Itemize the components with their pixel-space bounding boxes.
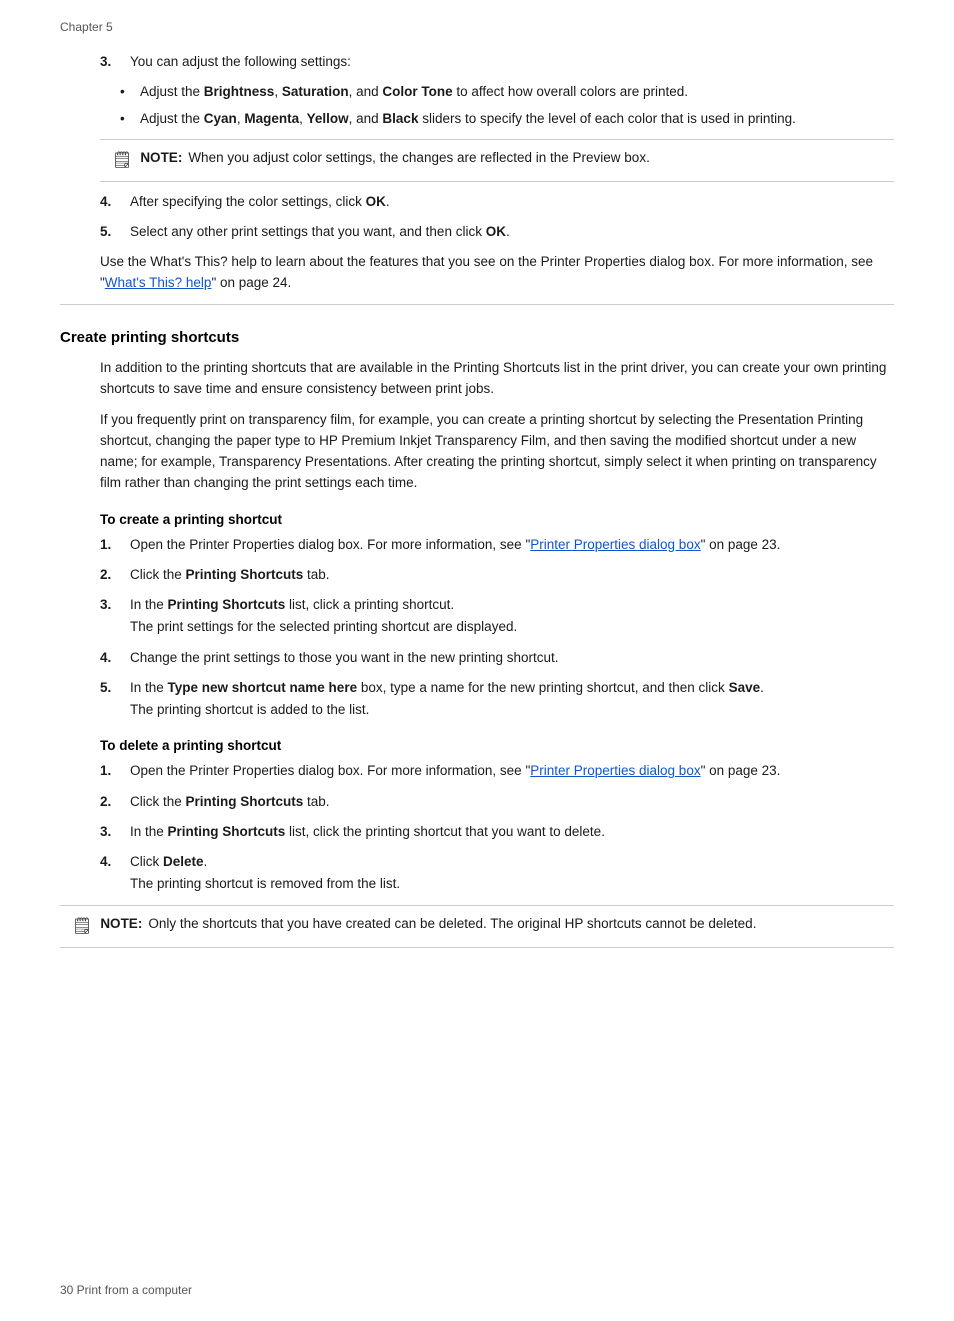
step-3-number: 3. (100, 52, 130, 72)
page: Chapter 5 3. You can adjust the followin… (0, 0, 954, 1321)
section-divider (60, 304, 894, 305)
create-step-4: 4. Change the print settings to those yo… (100, 648, 894, 668)
delete-step-4-sub: The printing shortcut is removed from th… (130, 874, 400, 894)
delete-step-1-text: Open the Printer Properties dialog box. … (130, 761, 780, 781)
create-step-3: 3. In the Printing Shortcuts list, click… (100, 595, 894, 638)
delete-step-3-num: 3. (100, 822, 130, 842)
create-step-4-text: Change the print settings to those you w… (130, 648, 559, 668)
page-footer: 30 Print from a computer (60, 1283, 192, 1297)
bullet-item-2: • Adjust the Cyan, Magenta, Yellow, and … (120, 109, 894, 129)
bullet-1-text: Adjust the Brightness, Saturation, and C… (140, 82, 688, 102)
create-step-5-main: In the Type new shortcut name here box, … (130, 678, 764, 698)
bullet-list: • Adjust the Brightness, Saturation, and… (120, 82, 894, 129)
create-step-2-num: 2. (100, 565, 130, 585)
create-step-1-num: 1. (100, 535, 130, 555)
step-5-number: 5. (100, 222, 130, 242)
whatsthis-link[interactable]: What's This? help (105, 275, 212, 290)
create-step-2-text: Click the Printing Shortcuts tab. (130, 565, 330, 585)
create-step-3-main: In the Printing Shortcuts list, click a … (130, 595, 517, 615)
step-3: 3. You can adjust the following settings… (100, 52, 894, 72)
step-5-text: Select any other print settings that you… (130, 222, 510, 242)
note-1-content: NOTE: When you adjust color settings, the… (140, 148, 650, 168)
note-box-2: 🗒 NOTE: Only the shortcuts that you have … (60, 905, 894, 948)
bullet-dot-1: • (120, 82, 140, 102)
delete-step-1-num: 1. (100, 761, 130, 781)
create-step-4-num: 4. (100, 648, 130, 668)
step-4-number: 4. (100, 192, 130, 212)
note-icon-1: 🗒 (112, 149, 132, 173)
create-step-3-num: 3. (100, 595, 130, 638)
printer-properties-link-1[interactable]: Printer Properties dialog box (530, 537, 700, 552)
create-step-3-content: In the Printing Shortcuts list, click a … (130, 595, 517, 638)
delete-step-4-content: Click Delete. The printing shortcut is r… (130, 852, 400, 895)
delete-step-2: 2. Click the Printing Shortcuts tab. (100, 792, 894, 812)
delete-step-4-main: Click Delete. (130, 852, 400, 872)
create-step-5-sub: The printing shortcut is added to the li… (130, 700, 764, 720)
intro-para-2: If you frequently print on transparency … (100, 410, 894, 494)
delete-step-1: 1. Open the Printer Properties dialog bo… (100, 761, 894, 781)
chapter-header: Chapter 5 (60, 20, 894, 34)
create-step-1-text: Open the Printer Properties dialog box. … (130, 535, 780, 555)
step-4: 4. After specifying the color settings, … (100, 192, 894, 212)
note-1-text: When you adjust color settings, the chan… (188, 150, 650, 165)
step-3-text: You can adjust the following settings: (130, 52, 351, 72)
delete-step-4: 4. Click Delete. The printing shortcut i… (100, 852, 894, 895)
delete-step-2-text: Click the Printing Shortcuts tab. (130, 792, 330, 812)
note-2-content: NOTE: Only the shortcuts that you have cr… (100, 914, 756, 934)
delete-step-3-text: In the Printing Shortcuts list, click th… (130, 822, 605, 842)
create-step-2: 2. Click the Printing Shortcuts tab. (100, 565, 894, 585)
note-2-text: Only the shortcuts that you have created… (148, 916, 756, 931)
note-icon-2: 🗒 (72, 915, 92, 939)
whatsthis-para: Use the What's This? help to learn about… (100, 252, 894, 294)
create-step-5-num: 5. (100, 678, 130, 721)
printer-properties-link-2[interactable]: Printer Properties dialog box (530, 763, 700, 778)
note-2-label: NOTE: (100, 916, 142, 931)
delete-step-2-num: 2. (100, 792, 130, 812)
bullet-2-text: Adjust the Cyan, Magenta, Yellow, and Bl… (140, 109, 796, 129)
delete-shortcut-heading: To delete a printing shortcut (100, 738, 894, 753)
section-heading-create-shortcuts: Create printing shortcuts (60, 329, 894, 346)
note-box-1: 🗒 NOTE: When you adjust color settings, t… (100, 139, 894, 182)
bullet-item-1: • Adjust the Brightness, Saturation, and… (120, 82, 894, 102)
create-step-1: 1. Open the Printer Properties dialog bo… (100, 535, 894, 555)
create-shortcut-heading: To create a printing shortcut (100, 512, 894, 527)
step-5: 5. Select any other print settings that … (100, 222, 894, 242)
create-step-3-sub: The print settings for the selected prin… (130, 617, 517, 637)
create-step-5: 5. In the Type new shortcut name here bo… (100, 678, 894, 721)
create-step-5-content: In the Type new shortcut name here box, … (130, 678, 764, 721)
intro-para-1: In addition to the printing shortcuts th… (100, 358, 894, 400)
delete-step-4-num: 4. (100, 852, 130, 895)
step-4-text: After specifying the color settings, cli… (130, 192, 390, 212)
bullet-dot-2: • (120, 109, 140, 129)
note-1-label: NOTE: (140, 150, 182, 165)
delete-step-3: 3. In the Printing Shortcuts list, click… (100, 822, 894, 842)
